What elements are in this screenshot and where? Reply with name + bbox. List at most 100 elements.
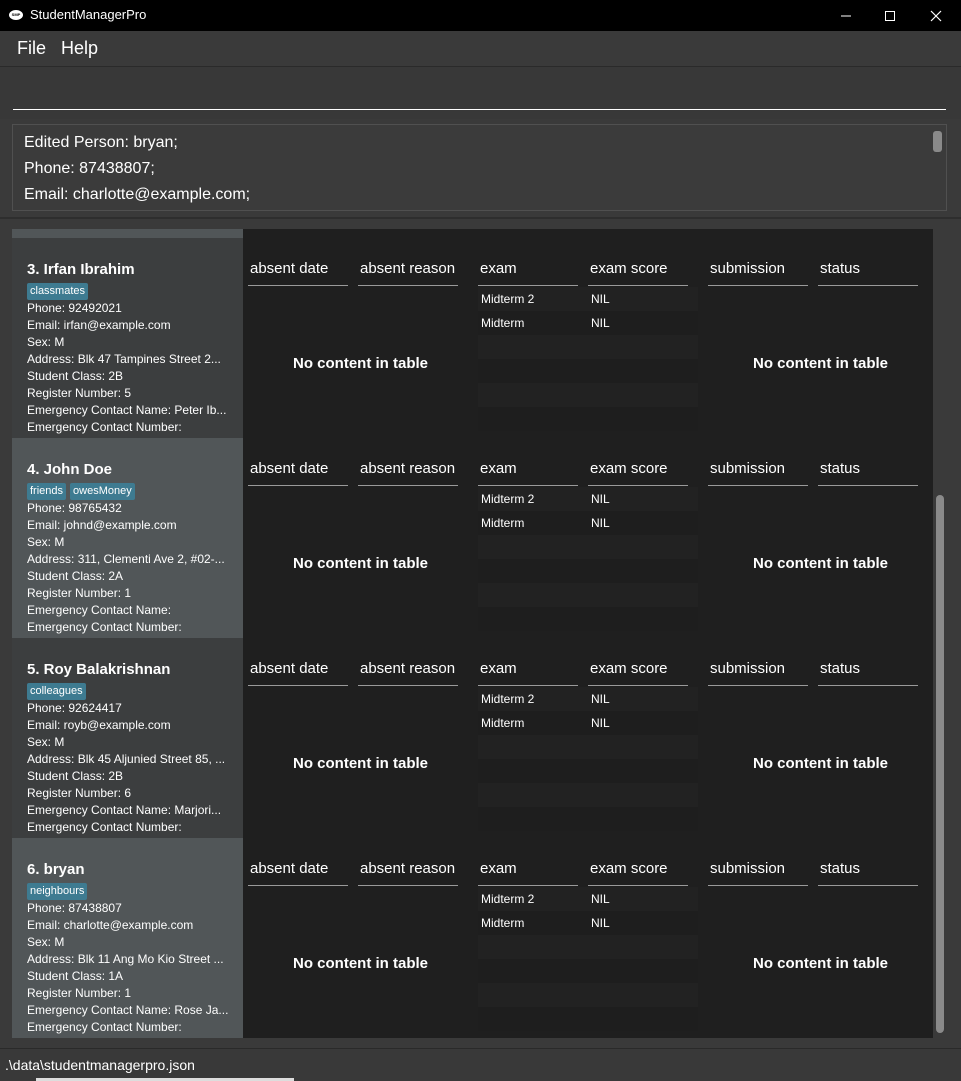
table-row[interactable]: Midterm 2 NIL	[478, 887, 698, 911]
person-sex: Sex: M	[27, 535, 65, 549]
person-email: Email: irfan@example.com	[27, 318, 171, 332]
column-header-status[interactable]: status	[818, 660, 918, 686]
exam-score: NIL	[591, 716, 610, 730]
table-row[interactable]: Midterm 2 NIL	[478, 687, 698, 711]
exam-name: Midterm 2	[481, 292, 535, 306]
empty-row	[478, 559, 698, 583]
empty-row	[478, 783, 698, 807]
column-header-exam[interactable]: exam	[478, 260, 578, 286]
column-header-exam[interactable]: exam	[478, 860, 578, 886]
close-button[interactable]	[913, 0, 959, 31]
person-card[interactable]: 3. Irfan Ibrahim classmates Phone: 92492…	[12, 238, 933, 438]
person-emergency-number: Emergency Contact Number:	[27, 820, 182, 834]
table-row[interactable]: Midterm NIL	[478, 911, 698, 935]
status-bar: .\data\studentmanagerpro.json	[0, 1048, 961, 1081]
exam-table: exam exam score Midterm 2 NIL Midterm NI…	[478, 438, 698, 638]
person-card[interactable]: 6. bryan neighbours Phone: 87438807 Emai…	[12, 838, 933, 1038]
empty-table-placeholder: No content in table	[293, 955, 428, 972]
empty-row	[478, 935, 698, 959]
column-header-submission[interactable]: submission	[708, 660, 808, 686]
table-row[interactable]: Midterm 2 NIL	[478, 287, 698, 311]
column-header-absent-reason[interactable]: absent reason	[358, 660, 458, 686]
tag: owesMoney	[70, 483, 135, 500]
column-header-exam-score[interactable]: exam score	[588, 260, 688, 286]
empty-row	[478, 983, 698, 1007]
person-emergency-name: Emergency Contact Name:	[27, 603, 172, 617]
empty-table-placeholder: No content in table	[293, 755, 428, 772]
column-header-absent-date[interactable]: absent date	[248, 660, 348, 686]
menu-file[interactable]: File	[17, 38, 46, 59]
table-row[interactable]: Midterm NIL	[478, 711, 698, 735]
column-header-status[interactable]: status	[818, 860, 918, 886]
column-header-exam-score[interactable]: exam score	[588, 860, 688, 886]
column-header-submission[interactable]: submission	[708, 460, 808, 486]
empty-table-placeholder: No content in table	[293, 555, 428, 572]
column-header-exam[interactable]: exam	[478, 660, 578, 686]
column-header-absent-date[interactable]: absent date	[248, 460, 348, 486]
attendance-table: absent date absent reason No content in …	[248, 838, 468, 1038]
column-header-status[interactable]: status	[818, 460, 918, 486]
submission-table: submission status No content in table	[708, 238, 928, 438]
attendance-table: absent date absent reason No content in …	[248, 438, 468, 638]
column-header-absent-reason[interactable]: absent reason	[358, 860, 458, 886]
person-card[interactable]: 5. Roy Balakrishnan colleagues Phone: 92…	[12, 638, 933, 838]
person-name: 3. Irfan Ibrahim	[27, 261, 135, 278]
person-name: 4. John Doe	[27, 461, 113, 478]
exam-name: Midterm	[481, 916, 525, 930]
empty-row	[478, 535, 698, 559]
column-header-submission[interactable]: submission	[708, 260, 808, 286]
column-header-exam-score[interactable]: exam score	[588, 460, 688, 486]
menu-help[interactable]: Help	[61, 38, 98, 59]
person-sex: Sex: M	[27, 935, 65, 949]
menu-bar: File Help	[0, 31, 961, 67]
minimize-button[interactable]	[823, 0, 869, 31]
command-box	[0, 67, 961, 119]
person-details: 5. Roy Balakrishnan colleagues Phone: 92…	[12, 638, 243, 838]
tag: friends	[27, 483, 67, 500]
table-row[interactable]: Midterm NIL	[478, 511, 698, 535]
column-header-absent-date[interactable]: absent date	[248, 260, 348, 286]
maximize-button[interactable]	[867, 0, 913, 31]
column-header-absent-reason[interactable]: absent reason	[358, 260, 458, 286]
exam-score: NIL	[591, 316, 610, 330]
table-row[interactable]: Midterm NIL	[478, 311, 698, 335]
tag: colleagues	[27, 683, 86, 700]
column-header-exam-score[interactable]: exam score	[588, 660, 688, 686]
exam-score: NIL	[591, 292, 610, 306]
person-emergency-number: Emergency Contact Number:	[27, 620, 182, 634]
person-details: 4. John Doe friends owesMoney Phone: 987…	[12, 438, 243, 638]
minimize-icon	[841, 15, 851, 16]
exam-name: Midterm	[481, 316, 525, 330]
exam-score: NIL	[591, 892, 610, 906]
exam-name: Midterm 2	[481, 892, 535, 906]
close-icon	[930, 10, 942, 21]
column-header-status[interactable]: status	[818, 260, 918, 286]
person-class: Student Class: 2B	[27, 369, 124, 383]
person-details: 6. bryan neighbours Phone: 87438807 Emai…	[12, 838, 243, 1038]
command-input[interactable]	[13, 75, 946, 110]
exam-score: NIL	[591, 692, 610, 706]
empty-row	[478, 383, 698, 407]
table-row[interactable]: Midterm 2 NIL	[478, 487, 698, 511]
list-scrollbar-thumb[interactable]	[936, 495, 944, 1033]
save-file-path: .\data\studentmanagerpro.json	[5, 1057, 195, 1073]
tag-list: colleagues	[27, 683, 86, 700]
empty-row	[478, 807, 698, 831]
person-phone: Phone: 87438807	[27, 901, 122, 915]
column-header-submission[interactable]: submission	[708, 860, 808, 886]
result-line: Edited Person: bryan;	[24, 134, 178, 151]
empty-table-placeholder: No content in table	[293, 355, 428, 372]
person-email: Email: charlotte@example.com	[27, 918, 194, 932]
exam-name: Midterm	[481, 716, 525, 730]
person-phone: Phone: 92624417	[27, 701, 122, 715]
exam-name: Midterm 2	[481, 492, 535, 506]
result-scrollbar[interactable]	[933, 131, 942, 152]
empty-row	[478, 735, 698, 759]
title-bar: SMP StudentManagerPro	[0, 0, 961, 31]
person-card[interactable]: 4. John Doe friends owesMoney Phone: 987…	[12, 438, 933, 638]
person-class: Student Class: 1A	[27, 969, 124, 983]
column-header-exam[interactable]: exam	[478, 460, 578, 486]
column-header-absent-reason[interactable]: absent reason	[358, 460, 458, 486]
column-header-absent-date[interactable]: absent date	[248, 860, 348, 886]
empty-row	[478, 359, 698, 383]
